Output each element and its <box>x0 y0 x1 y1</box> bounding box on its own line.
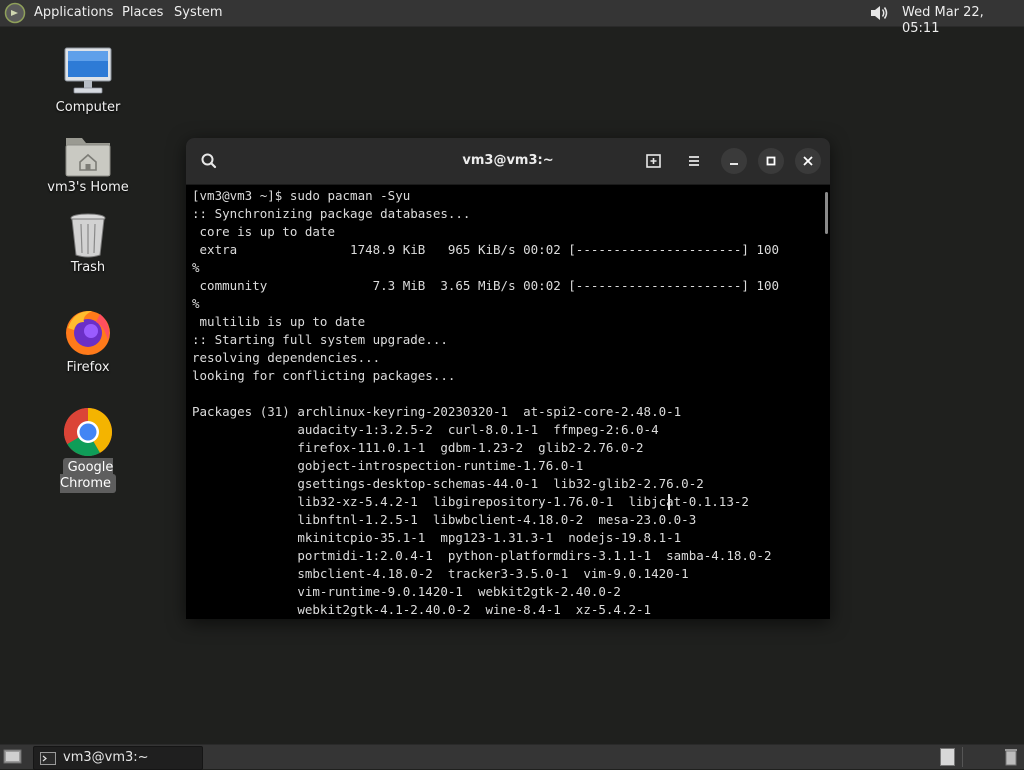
terminal-line: gsettings-desktop-schemas-44.0-1 lib32-g… <box>192 476 704 491</box>
terminal-line: libnftnl-1.2.5-1 libwbclient-4.18.0-2 me… <box>192 512 697 527</box>
places-menu[interactable]: Places <box>122 5 163 21</box>
desktop-icon-home[interactable]: vm3's Home <box>33 128 143 200</box>
terminal-line: gobject-introspection-runtime-1.76.0-1 <box>192 458 584 473</box>
home-folder-icon <box>65 138 111 177</box>
close-button[interactable] <box>795 148 821 174</box>
applications-menu[interactable]: Applications <box>34 5 113 21</box>
terminal-line: % <box>192 260 200 275</box>
terminal-header-bar[interactable]: vm3@vm3:~ <box>186 138 830 185</box>
show-desktop-icon[interactable] <box>3 748 23 766</box>
terminal-output[interactable]: [vm3@vm3 ~]$ sudo pacman -Syu:: Synchron… <box>192 187 824 619</box>
taskbar-button-label: vm3@vm3:~ <box>63 750 149 765</box>
new-tab-icon[interactable] <box>641 148 667 174</box>
desktop-icon-label: vm3's Home <box>47 180 129 195</box>
desktop-icon-trash[interactable]: Trash <box>33 208 143 280</box>
terminal-line: mkinitcpio-35.1-1 mpg123-1.31.3-1 nodejs… <box>192 530 682 545</box>
volume-icon[interactable] <box>868 3 890 23</box>
close-icon <box>803 156 813 166</box>
hamburger-menu-icon[interactable] <box>681 148 707 174</box>
mouse-ibeam-cursor <box>668 494 670 510</box>
chrome-icon <box>63 408 112 457</box>
desktop-icon-label: Google Chrome <box>33 458 143 493</box>
workspace-switcher[interactable] <box>940 748 955 766</box>
terminal-line: [vm3@vm3 ~]$ sudo pacman -Syu <box>192 188 411 203</box>
terminal-line: lib32-xz-5.4.2-1 libgirepository-1.76.0-… <box>192 494 749 509</box>
terminal-line: :: Synchronizing package databases... <box>192 206 471 221</box>
terminal-line: core is up to date <box>192 224 335 239</box>
terminal-line: firefox-111.0.1-1 gdbm-1.23-2 glib2-2.76… <box>192 440 644 455</box>
top-panel: Applications Places System Wed Mar 22, 0… <box>0 0 1024 36</box>
terminal-line: community 7.3 MiB 3.65 MiB/s 00:02 [----… <box>192 278 779 293</box>
terminal-line: multilib is up to date <box>192 314 366 329</box>
terminal-line: portmidi-1:2.0.4-1 python-platformdirs-3… <box>192 548 772 563</box>
terminal-scrollbar[interactable] <box>825 192 828 234</box>
computer-icon <box>64 47 112 94</box>
desktop-icon-computer[interactable]: Computer <box>33 44 143 120</box>
terminal-line: webkit2gtk-4.1-2.40.0-2 wine-8.4-1 xz-5.… <box>192 602 652 617</box>
minimize-icon <box>730 163 738 165</box>
terminal-line: Packages (31) archlinux-keyring-20230320… <box>192 404 682 419</box>
desktop-icon-firefox[interactable]: Firefox <box>33 304 143 380</box>
panel-separator <box>962 747 963 767</box>
maximize-icon <box>766 156 776 166</box>
terminal-line: smbclient-4.18.0-2 tracker3-3.5.0-1 vim-… <box>192 566 689 581</box>
trash-icon <box>70 213 106 258</box>
taskbar-button-terminal[interactable]: vm3@vm3:~ <box>33 746 203 770</box>
terminal-line: vim-runtime-9.0.1420-1 webkit2gtk-2.40.0… <box>192 584 621 599</box>
terminal-window[interactable]: vm3@vm3:~ [vm3@vm3 ~]$ sudo pacman -Syu … <box>186 138 830 619</box>
maximize-button[interactable] <box>758 148 784 174</box>
minimize-button[interactable] <box>721 148 747 174</box>
trash-applet-icon[interactable] <box>1004 747 1018 767</box>
terminal-icon <box>40 752 56 765</box>
terminal-line: extra 1748.9 KiB 965 KiB/s 00:02 [------… <box>192 242 779 257</box>
desktop-icon-label: Computer <box>55 100 121 115</box>
distro-logo-icon[interactable] <box>4 2 26 24</box>
clock[interactable]: Wed Mar 22, 05:11 <box>902 5 1024 37</box>
terminal-line: audacity-1:3.2.5-2 curl-8.0.1-1 ffmpeg-2… <box>192 422 659 437</box>
system-menu[interactable]: System <box>174 5 222 21</box>
desktop-icon-label: Trash <box>70 260 106 275</box>
terminal-line: resolving dependencies... <box>192 350 381 365</box>
bottom-panel: vm3@vm3:~ <box>0 744 1024 770</box>
terminal-line: looking for conflicting packages... <box>192 368 456 383</box>
desktop-icon-label: Firefox <box>66 360 110 375</box>
terminal-line: :: Starting full system upgrade... <box>192 332 448 347</box>
firefox-icon <box>66 310 110 355</box>
desktop-icon-chrome[interactable]: Google Chrome <box>33 404 143 493</box>
terminal-line: % <box>192 296 200 311</box>
